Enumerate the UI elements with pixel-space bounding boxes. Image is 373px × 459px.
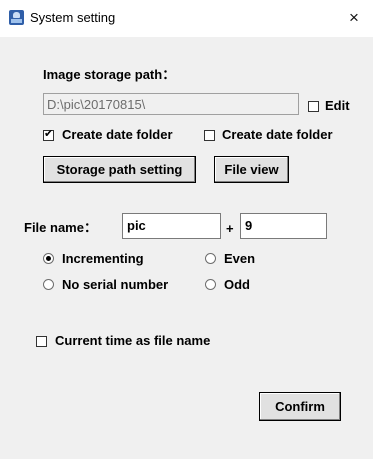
odd-label: Odd	[224, 277, 250, 292]
create-date-folder-checkbox-2[interactable]	[204, 130, 215, 141]
current-time-checkbox[interactable]	[36, 336, 47, 347]
file-view-button[interactable]: File view	[214, 156, 289, 183]
current-time-label: Current time as file name	[55, 333, 211, 348]
app-icon	[9, 10, 24, 25]
odd-radio[interactable]	[205, 279, 216, 290]
serial-number-input[interactable]: 9	[240, 213, 327, 239]
even-radio[interactable]	[205, 253, 216, 264]
incrementing-radio[interactable]	[43, 253, 54, 264]
create-date-folder-label-1: Create date folder	[62, 127, 173, 142]
file-name-prefix-input[interactable]: pic	[122, 213, 221, 239]
settings-panel: Image storage path： D:\pic\20170815\ Edi…	[0, 37, 373, 459]
storage-path-label: Image storage path：	[43, 67, 176, 82]
checkmark-icon: ✔	[44, 128, 54, 140]
radio-selected-dot	[46, 256, 51, 261]
title-bar: System setting ×	[0, 0, 373, 37]
close-icon[interactable]: ×	[335, 0, 373, 37]
window-title: System setting	[30, 10, 116, 25]
incrementing-label: Incrementing	[62, 251, 144, 266]
edit-label: Edit	[325, 98, 350, 113]
no-serial-number-label: No serial number	[62, 277, 169, 292]
edit-checkbox[interactable]	[308, 101, 319, 112]
create-date-folder-label-2: Create date folder	[222, 127, 333, 142]
plus-sign: +	[226, 221, 234, 236]
file-name-label: File name：	[24, 220, 97, 235]
even-label: Even	[224, 251, 256, 266]
create-date-folder-checkbox-1[interactable]: ✔	[43, 128, 54, 141]
storage-path-field[interactable]: D:\pic\20170815\	[43, 93, 299, 115]
system-setting-window: System setting × Image storage path： D:\…	[0, 0, 373, 459]
confirm-button[interactable]: Confirm	[259, 392, 341, 421]
no-serial-number-radio[interactable]	[43, 279, 54, 290]
storage-path-setting-button[interactable]: Storage path setting	[43, 156, 196, 183]
